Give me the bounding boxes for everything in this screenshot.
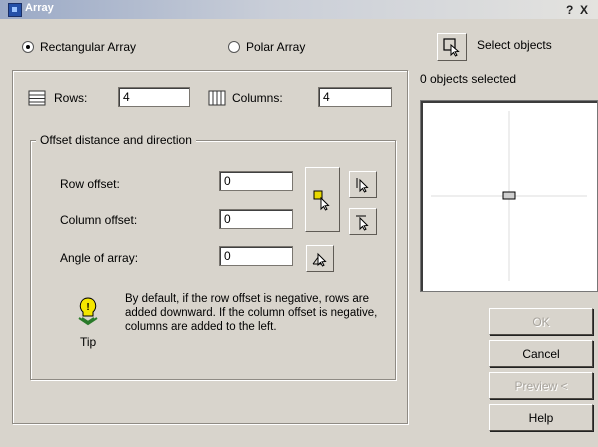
radio-dot xyxy=(228,41,240,53)
pick-cursor-icon xyxy=(356,177,369,193)
array-preview xyxy=(420,100,598,292)
angle-label: Angle of array: xyxy=(60,251,139,265)
pick-cursor-icon xyxy=(356,215,369,231)
pick-row-offset-button[interactable] xyxy=(349,171,377,198)
pick-cursor-icon xyxy=(312,252,327,267)
help-icon[interactable]: ? xyxy=(566,3,573,17)
pick-both-offsets-icon xyxy=(313,190,330,211)
app-icon xyxy=(8,3,22,17)
ok-button[interactable]: OK xyxy=(489,308,593,335)
rows-input[interactable]: 4 xyxy=(118,87,190,107)
rows-label: Rows: xyxy=(54,91,88,105)
select-objects-icon xyxy=(443,38,460,57)
title-bar: Array ? X xyxy=(0,0,598,19)
preview-button[interactable]: Preview < xyxy=(489,372,593,399)
radio-dot xyxy=(22,41,34,53)
pick-both-offsets-button[interactable] xyxy=(305,167,340,232)
array-dialog: Array ? X Rectangular Array Polar Array … xyxy=(0,0,598,447)
columns-input[interactable]: 4 xyxy=(318,87,392,107)
polar-array-label: Polar Array xyxy=(246,40,306,54)
row-offset-label: Row offset: xyxy=(60,177,120,191)
column-offset-input[interactable]: 0 xyxy=(219,209,293,229)
rectangular-array-label: Rectangular Array xyxy=(40,40,137,54)
select-objects-button[interactable] xyxy=(437,33,467,61)
rows-icon xyxy=(28,90,46,109)
rectangular-array-radio[interactable]: Rectangular Array xyxy=(22,40,136,54)
row-offset-input[interactable]: 0 xyxy=(219,171,293,191)
objects-selected-status: 0 objects selected xyxy=(420,72,517,86)
angle-input[interactable]: 0 xyxy=(219,246,293,266)
window-title: Array xyxy=(25,2,54,14)
offset-group-title: Offset distance and direction xyxy=(36,133,196,147)
pick-column-offset-button[interactable] xyxy=(349,208,377,235)
cancel-button[interactable]: Cancel xyxy=(489,340,593,367)
tip-label: Tip xyxy=(80,335,97,349)
columns-label: Columns: xyxy=(232,91,283,105)
pick-angle-button[interactable] xyxy=(306,245,334,272)
close-icon[interactable]: X xyxy=(580,3,588,17)
tip-text: By default, if the row offset is negativ… xyxy=(125,293,378,333)
help-button[interactable]: Help xyxy=(489,404,593,431)
lightbulb-icon: ! xyxy=(73,294,103,331)
polar-array-radio[interactable]: Polar Array xyxy=(228,40,305,54)
columns-icon xyxy=(208,90,226,109)
svg-text:!: ! xyxy=(86,302,89,313)
select-objects-label: Select objects xyxy=(477,38,552,52)
column-offset-label: Column offset: xyxy=(60,213,138,227)
